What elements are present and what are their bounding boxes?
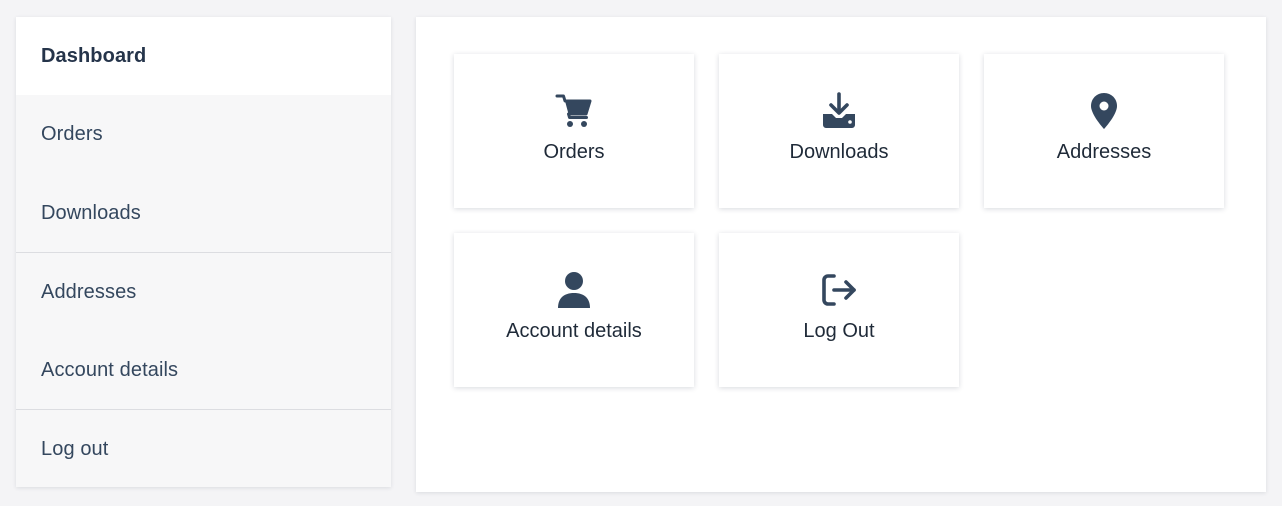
nav-item-label: Downloads [41,201,141,224]
tile-label: Orders [543,141,605,163]
tile-label: Log Out [803,320,875,342]
addresses-tile[interactable]: Addresses [984,54,1224,208]
nav-item-addresses[interactable]: Addresses [16,253,391,331]
tile-label: Addresses [1056,141,1152,163]
orders-tile[interactable]: Orders [454,54,694,208]
map-pin-icon [984,92,1224,130]
tile-label: Account details [506,320,642,342]
dashboard-content: Orders Downloads Addresses Account detai… [416,17,1266,492]
downloads-tile[interactable]: Downloads [719,54,959,208]
nav-item-label: Log out [41,437,109,460]
nav-item-label: Account details [41,358,179,381]
account-navigation: Dashboard Orders Downloads Addresses Acc… [16,17,391,487]
logout-icon [719,271,959,309]
nav-item-label: Addresses [41,280,137,303]
cart-icon [454,92,694,130]
account-details-tile[interactable]: Account details [454,233,694,387]
nav-item-log-out[interactable]: Log out [16,410,391,488]
nav-item-orders[interactable]: Orders [16,95,391,173]
user-icon [454,271,694,309]
nav-item-label: Orders [41,122,103,145]
nav-item-account-details[interactable]: Account details [16,331,391,409]
nav-item-dashboard[interactable]: Dashboard [16,17,391,95]
tile-label: Downloads [789,141,889,163]
log-out-tile[interactable]: Log Out [719,233,959,387]
download-icon [719,92,959,130]
nav-item-downloads[interactable]: Downloads [16,174,391,252]
nav-item-label: Dashboard [41,44,147,67]
